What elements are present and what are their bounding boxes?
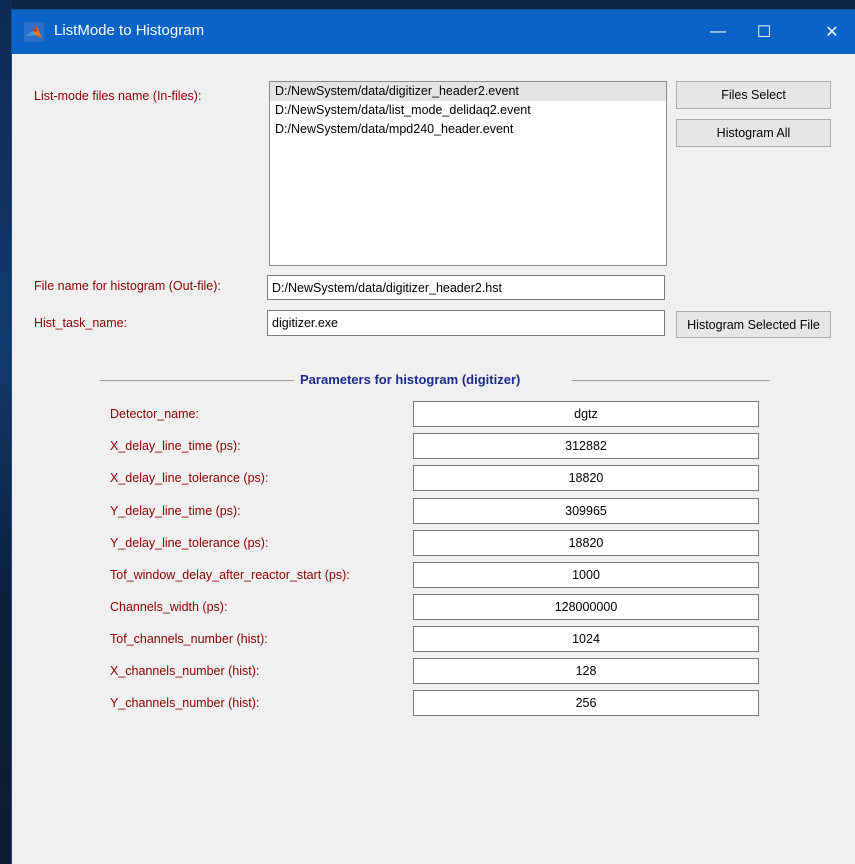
infiles-listbox[interactable]: D:/NewSystem/data/digitizer_header2.even…	[269, 81, 667, 266]
outfile-label: File name for histogram (Out-file):	[34, 279, 221, 293]
param-field-tof-window-delay[interactable]: 1000	[413, 562, 759, 588]
list-item[interactable]: D:/NewSystem/data/digitizer_header2.even…	[270, 82, 666, 101]
minimize-button[interactable]: —	[695, 10, 741, 54]
histogram-all-button[interactable]: Histogram All	[676, 119, 831, 147]
list-item[interactable]: D:/NewSystem/data/list_mode_delidaq2.eve…	[270, 101, 666, 120]
desktop-background	[0, 0, 12, 864]
histogram-selected-file-button[interactable]: Histogram Selected File	[676, 311, 831, 338]
matlab-app-icon	[24, 22, 44, 42]
param-label-tof-channels-number: Tof_channels_number (hist):	[110, 632, 268, 646]
param-label-x-delay-line-tolerance: X_delay_line_tolerance (ps):	[110, 471, 269, 485]
param-label-detector-name: Detector_name:	[110, 407, 199, 421]
param-field-detector-name[interactable]: dgtz	[413, 401, 759, 427]
files-select-button[interactable]: Files Select	[676, 81, 831, 109]
minimize-icon: —	[710, 23, 726, 40]
param-label-channels-width: Channels_width (ps):	[110, 600, 228, 614]
maximize-icon: ☐	[756, 24, 772, 41]
infiles-label: List-mode files name (In-files):	[34, 89, 202, 103]
param-field-channels-width[interactable]: 128000000	[413, 594, 759, 620]
param-label-tof-window-delay: Tof_window_delay_after_reactor_start (ps…	[110, 568, 350, 582]
main-window: ListMode to Histogram — ☐ ✕ List-mode fi…	[12, 10, 855, 864]
task-name-label: Hist_task_name:	[34, 316, 128, 330]
param-label-y-delay-line-tolerance: Y_delay_line_tolerance (ps):	[110, 536, 269, 550]
outfile-input[interactable]: D:/NewSystem/data/digitizer_header2.hst	[267, 275, 665, 300]
title-bar[interactable]: ListMode to Histogram — ☐ ✕	[12, 10, 855, 54]
close-icon: ✕	[825, 24, 839, 41]
param-label-y-channels-number: Y_channels_number (hist):	[110, 696, 260, 710]
window-title: ListMode to Histogram	[54, 22, 205, 39]
param-field-y-delay-line-tolerance[interactable]: 18820	[413, 530, 759, 556]
task-name-input[interactable]: digitizer.exe	[267, 310, 665, 336]
group-divider-right	[572, 380, 770, 381]
param-label-x-channels-number: X_channels_number (hist):	[110, 664, 260, 678]
maximize-button[interactable]: ☐	[741, 10, 787, 54]
param-field-y-delay-line-time[interactable]: 309965	[413, 498, 759, 524]
param-label-x-delay-line-time: X_delay_line_time (ps):	[110, 439, 241, 453]
params-group-title: Parameters for histogram (digitizer)	[300, 372, 521, 387]
close-button[interactable]: ✕	[809, 10, 855, 54]
param-field-x-channels-number[interactable]: 128	[413, 658, 759, 684]
param-field-y-channels-number[interactable]: 256	[413, 690, 759, 716]
param-label-y-delay-line-time: Y_delay_line_time (ps):	[110, 504, 241, 518]
param-field-tof-channels-number[interactable]: 1024	[413, 626, 759, 652]
param-field-x-delay-line-tolerance[interactable]: 18820	[413, 465, 759, 491]
param-field-x-delay-line-time[interactable]: 312882	[413, 433, 759, 459]
list-item[interactable]: D:/NewSystem/data/mpd240_header.event	[270, 120, 666, 139]
group-divider-left	[100, 380, 294, 381]
